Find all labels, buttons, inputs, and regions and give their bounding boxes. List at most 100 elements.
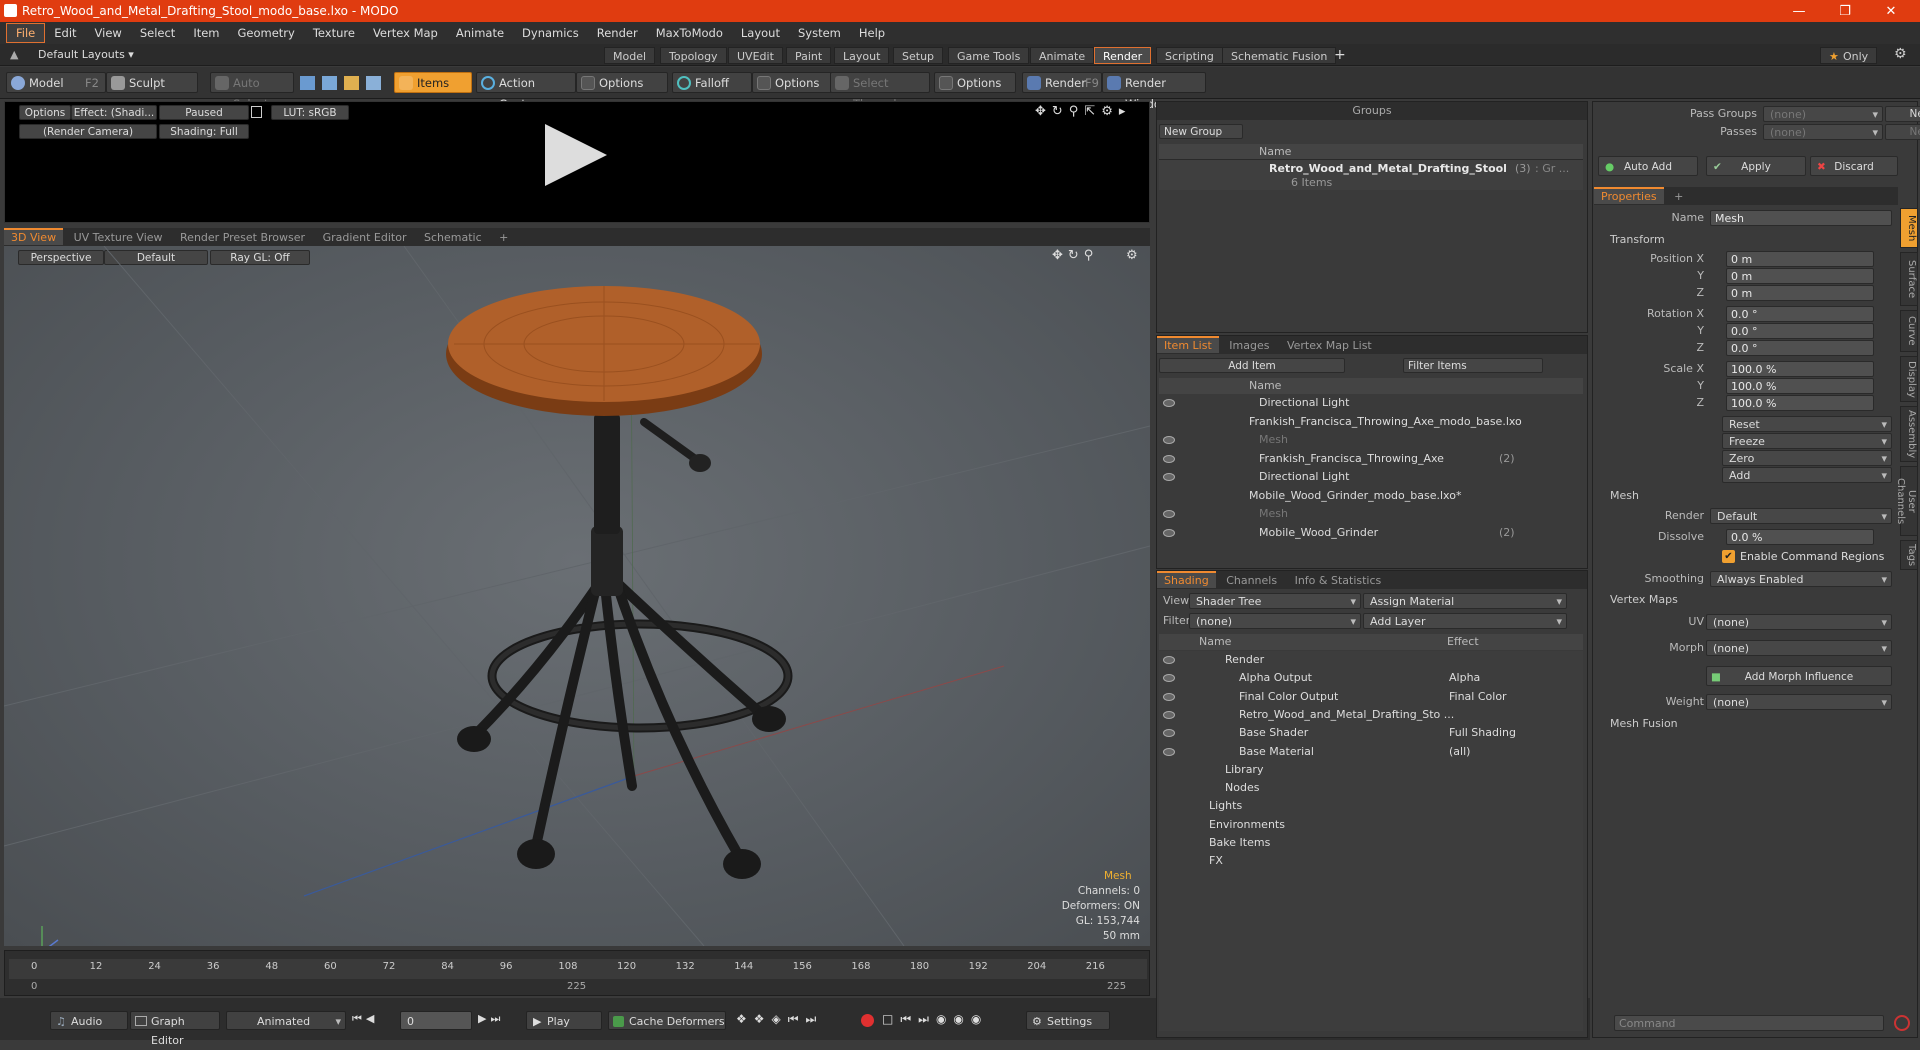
shader-tree-row[interactable]: Final Color Output Final Color — [1159, 688, 1583, 706]
item-list-row[interactable]: Mobile_Wood_Grinder_modo_base.lxo* — [1159, 487, 1583, 505]
tab-info-statistics[interactable]: Info & Statistics — [1288, 572, 1389, 589]
preview-effect-dropdown[interactable]: Effect: (Shadi... — [71, 105, 157, 120]
item-list-row[interactable]: Frankish_Francisca_Throwing_Axe_modo_bas… — [1159, 413, 1583, 431]
play-icon[interactable] — [545, 124, 607, 186]
graph-editor-button[interactable]: Graph Editor — [130, 1011, 220, 1047]
close-button[interactable]: ✕ — [1868, 0, 1914, 22]
settings-button[interactable]: ⚙ Settings — [1026, 1011, 1110, 1030]
tab-game-tools[interactable]: Game Tools — [948, 47, 1030, 64]
item-list-row[interactable]: Mesh — [1159, 431, 1583, 449]
tab-vertex-map-list[interactable]: Vertex Map List — [1280, 337, 1379, 354]
shader-tree-row[interactable]: Base Material (all) — [1159, 743, 1583, 761]
vtab-display[interactable]: Display — [1900, 356, 1918, 402]
transport-forward-icons[interactable]: ▶⏭ — [478, 1012, 504, 1026]
menu-animate[interactable]: Animate — [447, 22, 513, 44]
freeze-dropdown[interactable]: Freeze — [1722, 433, 1892, 450]
menu-item[interactable]: Item — [184, 22, 228, 44]
render-preview[interactable]: Options Effect: (Shadi... Paused LUT: sR… — [4, 101, 1150, 223]
shader-tree-row[interactable]: Bake Items — [1159, 834, 1583, 852]
preview-nav-icons[interactable]: ✥↻⚲⇱⚙▸ — [1035, 104, 1131, 119]
weight-dropdown[interactable]: (none) — [1706, 694, 1892, 711]
add-layer-dropdown[interactable]: Add Layer — [1363, 613, 1567, 630]
render-dropdown[interactable]: Default — [1710, 508, 1892, 525]
transform-section[interactable]: Transform — [1598, 232, 1898, 248]
tab-render-preset-browser[interactable]: Render Preset Browser — [173, 229, 312, 246]
rotation-z-field[interactable]: 0.0 ° — [1726, 340, 1874, 356]
render-camera-dropdown[interactable]: (Render Camera) — [19, 124, 157, 139]
vertices-icon[interactable] — [300, 76, 315, 90]
transport-back-icons[interactable]: ⏮◀ — [352, 1012, 378, 1026]
frame-field[interactable]: 0 — [400, 1011, 472, 1030]
add-item-button[interactable]: Add Item — [1159, 358, 1345, 373]
options-button-2[interactable]: Options — [752, 72, 832, 93]
animated-dropdown[interactable]: Animated — [226, 1011, 346, 1031]
pass-groups-new-button[interactable]: New — [1885, 106, 1920, 122]
model-button[interactable]: Model F2 — [6, 72, 106, 93]
shader-item-effect[interactable]: (all) — [1449, 743, 1470, 761]
lock-icon[interactable] — [251, 106, 262, 118]
vtab-tags[interactable]: Tags — [1900, 540, 1918, 570]
visibility-eye-icon[interactable] — [1163, 473, 1175, 481]
tab-properties[interactable]: Properties — [1594, 187, 1664, 204]
materials-icon[interactable] — [366, 76, 381, 90]
filter-dropdown[interactable]: (none) — [1189, 613, 1361, 630]
timeline[interactable]: 0 12 24 36 48 60 72 84 96 108 120 132 144 156 168 180 19… — [4, 950, 1150, 996]
sculpt-button[interactable]: Sculpt — [106, 72, 198, 93]
assign-material-dropdown[interactable]: Assign Material — [1363, 593, 1567, 610]
add-properties-tab-icon[interactable]: + — [1667, 188, 1690, 205]
preview-paused-button[interactable]: Paused — [159, 105, 249, 120]
vertex-maps-section[interactable]: Vertex Maps — [1598, 592, 1898, 608]
tab-item-list[interactable]: Item List — [1157, 336, 1219, 353]
dissolve-field[interactable]: 0.0 % — [1726, 529, 1874, 545]
add-morph-button[interactable]: ■ Add Morph Influence — [1706, 666, 1892, 686]
tab-model[interactable]: Model — [604, 47, 656, 64]
shader-tree-row[interactable]: Base Shader Full Shading — [1159, 724, 1583, 742]
visibility-eye-icon[interactable] — [1163, 729, 1175, 738]
group-row[interactable]: Retro_Wood_and_Metal_Drafting_Stool (3) … — [1159, 160, 1583, 190]
menu-render[interactable]: Render — [588, 22, 647, 44]
cache-deformers-button[interactable]: Cache Deformers — [608, 1011, 726, 1030]
position-z-field[interactable]: 0 m — [1726, 285, 1874, 301]
action-center-button[interactable]: Action Center — [476, 72, 576, 111]
vtab-curve[interactable]: Curve — [1900, 310, 1918, 352]
shader-tree-row[interactable]: FX — [1159, 852, 1583, 870]
item-list-row[interactable]: Frankish_Francisca_Throwing_Axe (2) — [1159, 450, 1583, 468]
auto-select-button[interactable]: Auto Select — [210, 72, 294, 111]
discard-button[interactable]: ✖ Discard — [1810, 156, 1898, 176]
mesh-section[interactable]: Mesh — [1598, 488, 1898, 504]
new-group-button[interactable]: New Group — [1159, 124, 1243, 139]
scale-x-field[interactable]: 100.0 % — [1726, 361, 1874, 377]
menu-view[interactable]: View — [86, 22, 131, 44]
tab-paint[interactable]: Paint — [786, 47, 832, 64]
3d-viewport[interactable]: Perspective Default Ray GL: Off ✥↻⚲ ⚙ Me… — [4, 246, 1150, 946]
menu-system[interactable]: System — [789, 22, 850, 44]
vtab-assembly[interactable]: Assembly — [1900, 406, 1918, 462]
filter-items-field[interactable]: Filter Items — [1403, 358, 1543, 373]
tab-uv-texture-view[interactable]: UV Texture View — [67, 229, 170, 246]
tab-images[interactable]: Images — [1222, 337, 1276, 354]
shader-item-effect[interactable]: Final Color — [1449, 688, 1507, 706]
shader-tree-row[interactable]: Lights — [1159, 797, 1583, 815]
tab-layout[interactable]: Layout — [834, 47, 890, 64]
uv-dropdown[interactable]: (none) — [1706, 614, 1892, 631]
layouts-dropdown[interactable]: Default Layouts ▾ — [38, 48, 134, 61]
visibility-eye-icon[interactable] — [1163, 710, 1175, 719]
item-list-row[interactable]: Directional Light — [1159, 394, 1583, 412]
items-button[interactable]: Items — [394, 72, 472, 93]
passes-new-button[interactable]: New — [1885, 124, 1920, 140]
visibility-eye-icon[interactable] — [1163, 454, 1175, 463]
rotation-x-field[interactable]: 0.0 ° — [1726, 306, 1874, 322]
visibility-eye-icon[interactable] — [1163, 747, 1175, 756]
position-y-field[interactable]: 0 m — [1726, 268, 1874, 284]
menu-file[interactable]: File — [6, 23, 46, 43]
minimize-button[interactable]: — — [1776, 0, 1822, 22]
menu-layout[interactable]: Layout — [732, 22, 789, 44]
shader-item-effect[interactable]: Full Shading — [1449, 724, 1516, 742]
scale-z-field[interactable]: 100.0 % — [1726, 395, 1874, 411]
record-icon[interactable] — [861, 1014, 874, 1027]
audio-button[interactable]: ♫ Audio — [50, 1011, 128, 1030]
view-dropdown[interactable]: Shader Tree — [1189, 593, 1361, 610]
visibility-eye-icon[interactable] — [1163, 436, 1175, 444]
scale-y-field[interactable]: 100.0 % — [1726, 378, 1874, 394]
tab-setup[interactable]: Setup — [893, 47, 944, 64]
